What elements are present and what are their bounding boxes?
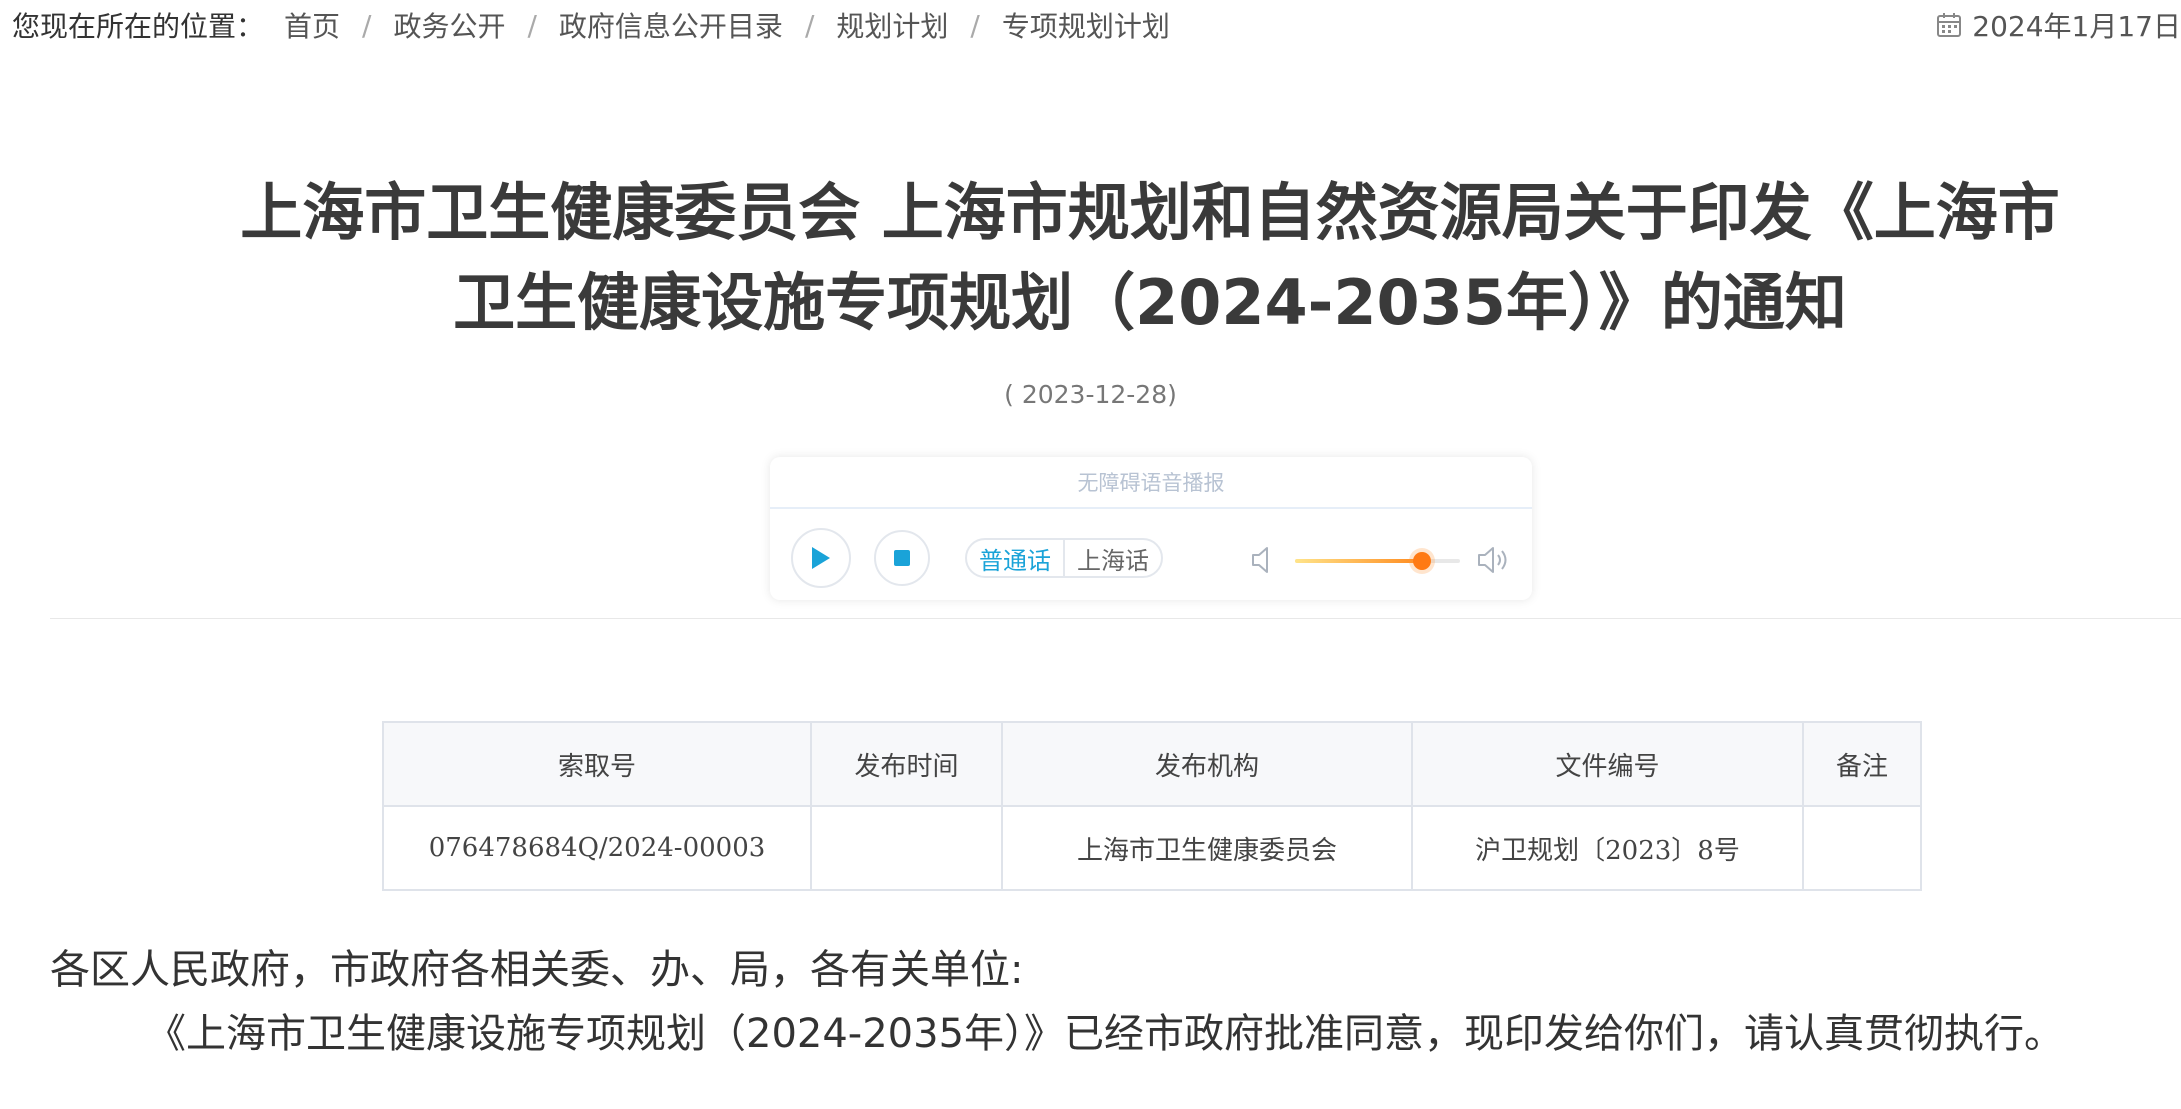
stop-icon [894,550,910,566]
breadcrumb-info-catalog-link[interactable]: 政府信息公开目录 [559,5,783,45]
table-cell-document-number: 沪卫规划〔2023〕8号 [1411,805,1804,891]
volume-low-icon[interactable] [1250,544,1276,576]
page-title: 上海市卫生健康委员会 上海市规划和自然资源局关于印发《上海市 卫生健康设施专项规… [180,168,2120,348]
table-cell-index-number: 076478684Q/2024-00003 [382,805,812,891]
breadcrumb-separator: / [362,8,372,42]
salutation: 各区人民政府，市政府各相关委、办、局，各有关单位: [50,947,1024,993]
volume-slider[interactable] [1295,552,1460,570]
publish-date: ( 2023-12-28) [1004,380,1177,409]
breadcrumb-separator: / [527,8,537,42]
table-cell-remarks [1802,805,1922,891]
audio-player-heading: 无障碍语音播报 [770,457,1532,509]
table-header-cell: 索取号 [382,721,812,807]
play-icon [812,547,830,569]
page-title-line2: 卫生健康设施专项规划（2024-2035年）》的通知 [453,266,1847,339]
document-info-table: 索取号 发布时间 发布机构 文件编号 备注 076478684Q/2024-00… [382,721,1922,891]
page-title-line1: 上海市卫生健康委员会 上海市规划和自然资源局关于印发《上海市 [240,176,2060,249]
table-row: 076478684Q/2024-00003 上海市卫生健康委员会 沪卫规划〔20… [382,805,1922,891]
header-date-text: 2024年1月17日 [1972,10,2181,43]
volume-high-icon[interactable] [1476,544,1510,576]
breadcrumb-separator: / [804,8,815,42]
audio-player: 无障碍语音播报 普通话 上海话 [770,457,1532,600]
breadcrumb-gov-affairs-link[interactable]: 政务公开 [393,5,505,45]
language-shanghainese-button[interactable]: 上海话 [1063,540,1161,576]
language-mandarin-button[interactable]: 普通话 [967,540,1063,576]
breadcrumb-home-link[interactable]: 首页 [284,5,340,45]
volume-slider-handle[interactable] [1413,552,1432,570]
volume-slider-fill [1295,559,1423,563]
breadcrumb-separator: / [970,8,980,42]
breadcrumb-prefix: 您现在所在的位置： [12,10,265,43]
breadcrumb-planning-link[interactable]: 规划计划 [836,5,948,45]
play-button[interactable] [791,528,851,588]
calendar-icon [1937,13,1962,37]
breadcrumb: 您现在所在的位置： 首页 / 政务公开 / 政府信息公开目录 / 规划计划 / … [12,5,1170,45]
article-body: 各区人民政府，市政府各相关委、办、局，各有关单位: 《上海市卫生健康设施专项规划… [50,938,2181,1066]
table-cell-publish-time [810,805,1003,891]
table-header-cell: 文件编号 [1411,721,1804,807]
language-toggle: 普通话 上海话 [965,538,1163,578]
table-header-cell: 备注 [1802,721,1922,807]
header-date: 2024年1月17日 [1936,8,2181,43]
stop-button[interactable] [874,530,930,586]
body-paragraph: 《上海市卫生健康设施专项规划（2024-2035年）》已经市政府批准同意，现印发… [146,1011,2065,1057]
table-header-row: 索取号 发布时间 发布机构 文件编号 备注 [382,721,1922,807]
table-header-cell: 发布时间 [810,721,1003,807]
divider [50,618,2181,619]
table-header-cell: 发布机构 [1001,721,1413,807]
table-cell-publisher: 上海市卫生健康委员会 [1001,805,1413,891]
breadcrumb-special-planning-link[interactable]: 专项规划计划 [1002,5,1170,45]
